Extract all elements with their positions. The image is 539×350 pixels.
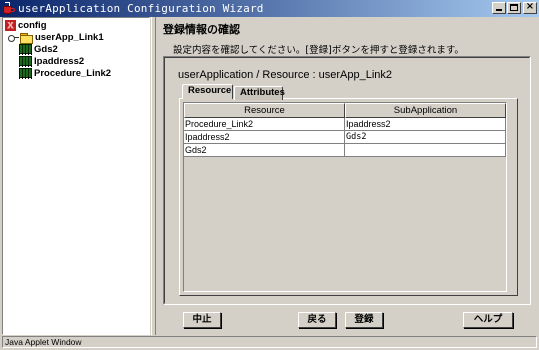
tree-item-label: Gds2 [34,43,58,55]
window-title: userApplication Configuration Wizard [18,2,264,15]
tree-item-gds2[interactable]: Gds2 [19,43,58,55]
minimize-icon [496,9,502,11]
java-cup-icon [2,2,15,15]
tree-item-procedure-link2[interactable]: Procedure_Link2 [19,67,111,79]
table-row[interactable]: Ipaddress2 Gds2 [184,131,506,144]
table-row[interactable]: Gds2 [184,144,506,157]
tree-item-userapp-link1[interactable]: userApp_Link1 [7,31,104,44]
resource-icon [19,44,32,55]
tree-item-config[interactable]: config [5,19,47,31]
config-icon [5,19,16,31]
table-header-row: Resource SubApplication [184,103,506,118]
minimize-button[interactable] [492,2,506,14]
table-cell-resource[interactable]: Procedure_Link2 [184,118,345,131]
status-bar: Java Applet Window [2,336,537,348]
close-button[interactable]: × [523,1,537,14]
table-cell-resource[interactable]: Gds2 [184,144,345,157]
configuration-tree[interactable]: config userApp_Link1 Gds2 Ipaddress2 Pro… [2,17,150,335]
register-button[interactable]: 登録 [345,312,383,328]
tree-expander-icon[interactable] [7,32,19,43]
folder-icon [20,32,33,44]
table-cell-subapplication[interactable] [345,144,506,157]
tab-attributes[interactable]: Attributes [234,86,285,100]
table-cell-subapplication[interactable]: Gds2 [345,131,506,144]
resource-table: Resource SubApplication Procedure_Link2 … [184,103,506,157]
instruction-text: 設定内容を確認してください。[登録]ボタンを押すと登録されます。 [173,45,464,56]
tree-item-label: Procedure_Link2 [34,67,112,79]
table-cell-resource[interactable]: Ipaddress2 [184,131,345,144]
resource-icon [19,68,32,79]
page-title: 登録情報の確認 [163,23,240,36]
tree-item-label: Ipaddress2 [34,55,85,67]
close-icon: × [525,1,535,12]
help-button[interactable]: ヘルプ [463,312,513,328]
tree-item-label: config [18,19,47,31]
resource-title: userApplication / Resource : userApp_Lin… [178,69,393,81]
column-header-subapplication[interactable]: SubApplication [345,103,506,118]
resource-icon [19,56,32,67]
cancel-button[interactable]: 中止 [183,312,221,328]
maximize-icon [510,4,518,11]
column-header-resource[interactable]: Resource [184,103,345,118]
back-button[interactable]: 戻る [298,312,336,328]
window-controls: × [491,1,537,14]
window-title-bar[interactable]: userApplication Configuration Wizard × [0,0,539,17]
table-cell-subapplication[interactable]: Ipaddress2 [345,118,506,131]
tree-item-ipaddress2[interactable]: Ipaddress2 [19,55,84,67]
tree-item-label: userApp_Link1 [35,31,104,43]
tab-resource[interactable]: Resource [182,84,233,99]
table-row[interactable]: Procedure_Link2 Ipaddress2 [184,118,506,131]
maximize-button[interactable] [507,2,521,14]
panel-splitter[interactable] [151,17,156,335]
